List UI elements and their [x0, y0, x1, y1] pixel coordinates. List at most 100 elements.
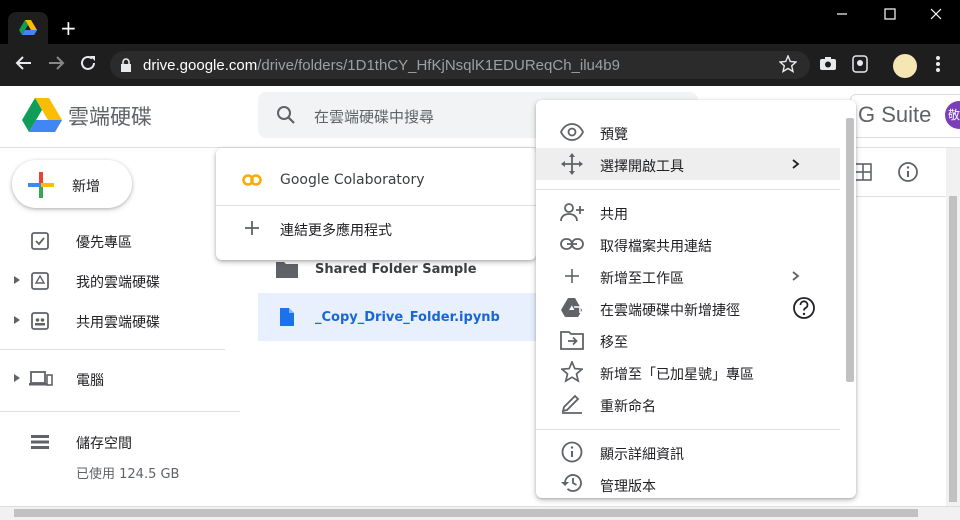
info-icon[interactable]	[897, 161, 919, 187]
menu-item-move-to[interactable]: 移至	[536, 324, 840, 356]
drive-shortcut-icon	[561, 298, 582, 317]
profile-avatar[interactable]	[893, 54, 917, 78]
menu-divider	[216, 205, 536, 206]
close-window-icon[interactable]	[926, 8, 946, 24]
eye-icon	[560, 123, 584, 141]
toolbar-divider	[845, 196, 946, 197]
sidebar-divider	[0, 411, 240, 412]
chevron-right-icon	[792, 271, 800, 281]
colab-icon	[242, 174, 262, 186]
sidebar-item-shared-drives[interactable]: 共用雲端硬碟	[0, 300, 240, 340]
help-icon[interactable]	[792, 296, 816, 320]
camera-extension-icon[interactable]	[818, 55, 838, 75]
open-with-submenu: Google Colaboratory 連結更多應用程式	[216, 148, 536, 260]
menu-item-colab[interactable]: Google Colaboratory	[216, 164, 536, 196]
expand-arrow-icon[interactable]	[14, 316, 20, 324]
computers-icon	[29, 371, 53, 386]
expand-arrow-icon[interactable]	[14, 276, 20, 284]
menu-item-share[interactable]: 共用	[536, 196, 840, 228]
move-folder-icon	[560, 331, 584, 350]
storage-icon	[31, 435, 49, 449]
lock-icon[interactable]	[120, 57, 132, 76]
sidebar-item-storage[interactable]: 儲存空間	[0, 422, 240, 462]
menu-item-label: 共用	[600, 207, 628, 223]
menu-item-label: 重新命名	[600, 399, 656, 415]
drive-logo-text[interactable]: 雲端硬碟	[68, 101, 152, 131]
forward-icon[interactable]	[44, 54, 68, 77]
info-icon	[561, 441, 583, 463]
menu-item-label: 新增至工作區	[600, 271, 684, 287]
url-path: /drive/folders/1D1thCY_HfKjNsqlK1EDUReqC…	[257, 57, 620, 74]
minimize-icon[interactable]	[832, 8, 852, 24]
sidebar-item-my-drive[interactable]: 我的雲端硬碟	[0, 260, 240, 300]
menu-item-rename[interactable]: 重新命名	[536, 388, 840, 420]
drive-logo-icon[interactable]	[22, 98, 62, 132]
file-name: _Copy_Drive_Folder.ipynb	[315, 310, 500, 325]
browser-tab[interactable]	[8, 12, 48, 44]
bookmark-star-icon[interactable]	[778, 54, 798, 75]
new-tab-button[interactable]: +	[60, 18, 77, 38]
search-input[interactable]: 在雲端硬碟中搜尋	[314, 106, 434, 127]
url-text[interactable]: drive.google.com/drive/folders/1D1thCY_H…	[143, 57, 620, 74]
browser-titlebar	[0, 0, 960, 44]
link-icon	[560, 238, 584, 250]
menu-item-open-with[interactable]: 選擇開啟工具	[536, 148, 840, 180]
drive-favicon-icon	[19, 20, 37, 35]
menu-item-add-shortcut[interactable]: 在雲端硬碟中新增捷徑	[536, 292, 840, 324]
sidebar-item-label: 我的雲端硬碟	[76, 275, 160, 291]
menu-item-details[interactable]: 顯示詳細資訊	[536, 436, 840, 468]
sidebar-item-computers[interactable]: 電腦	[0, 358, 240, 398]
plus-color-icon	[28, 172, 54, 198]
chevron-right-icon	[792, 159, 800, 169]
vertical-scrollbar[interactable]	[949, 196, 957, 502]
expand-arrow-icon[interactable]	[14, 374, 20, 382]
file-icon	[280, 308, 294, 326]
menu-item-label: 連結更多應用程式	[280, 223, 392, 239]
shared-drives-icon	[31, 312, 49, 330]
plus-icon	[565, 269, 579, 283]
horizontal-scrollbar[interactable]	[14, 509, 918, 517]
reload-icon[interactable]	[76, 54, 100, 77]
priority-icon	[31, 232, 49, 250]
storage-used-text: 已使用 124.5 GB	[76, 467, 180, 482]
menu-scrollbar[interactable]	[846, 118, 854, 382]
history-icon	[561, 474, 582, 492]
grid-view-icon[interactable]	[854, 163, 872, 185]
menu-item-label: 顯示詳細資訊	[600, 447, 684, 463]
menu-item-add-starred[interactable]: 新增至「已加星號」專區	[536, 356, 840, 388]
menu-item-label: 選擇開啟工具	[600, 159, 684, 175]
new-button-label: 新增	[72, 179, 100, 195]
menu-divider	[536, 429, 840, 430]
menu-kebab-icon[interactable]	[928, 55, 948, 75]
menu-item-get-link[interactable]: 取得檔案共用連結	[536, 228, 840, 260]
sidebar-item-label: 電腦	[76, 373, 104, 389]
menu-item-label: 在雲端硬碟中新增捷徑	[600, 303, 740, 319]
menu-item-label: 移至	[600, 335, 628, 351]
shared-folder-icon	[276, 262, 298, 278]
gsuite-label: G Suite	[858, 102, 932, 127]
search-icon[interactable]	[276, 105, 296, 129]
url-host: drive.google.com	[143, 57, 258, 74]
menu-item-preview[interactable]: 預覽	[536, 116, 840, 148]
sidebar-item-priority[interactable]: 優先專區	[0, 220, 240, 260]
menu-item-versions[interactable]: 管理版本	[536, 468, 840, 496]
sidebar-item-label: 儲存空間	[76, 436, 132, 452]
file-row-selected[interactable]: _Copy_Drive_Folder.ipynb	[258, 293, 536, 341]
menu-item-label: 管理版本	[600, 479, 656, 495]
star-icon	[561, 361, 583, 383]
menu-item-label: 預覽	[600, 127, 628, 143]
add-person-icon	[560, 203, 584, 222]
back-icon[interactable]	[12, 54, 36, 77]
file-name: Shared Folder Sample	[315, 262, 477, 277]
maximize-icon[interactable]	[880, 8, 900, 24]
menu-item-label: 新增至「已加星號」專區	[600, 367, 754, 383]
menu-item-label: 取得檔案共用連結	[600, 239, 712, 255]
move-arrows-icon	[561, 153, 583, 175]
menu-item-label: Google Colaboratory	[280, 172, 425, 188]
pencil-icon	[561, 394, 582, 414]
menu-item-connect-more[interactable]: 連結更多應用程式	[216, 212, 536, 244]
sidebar-item-label: 優先專區	[76, 235, 132, 251]
sidebar-item-label: 共用雲端硬碟	[76, 315, 160, 331]
extension-icon[interactable]	[850, 55, 870, 75]
menu-item-add-to-workspace[interactable]: 新增至工作區	[536, 260, 840, 292]
